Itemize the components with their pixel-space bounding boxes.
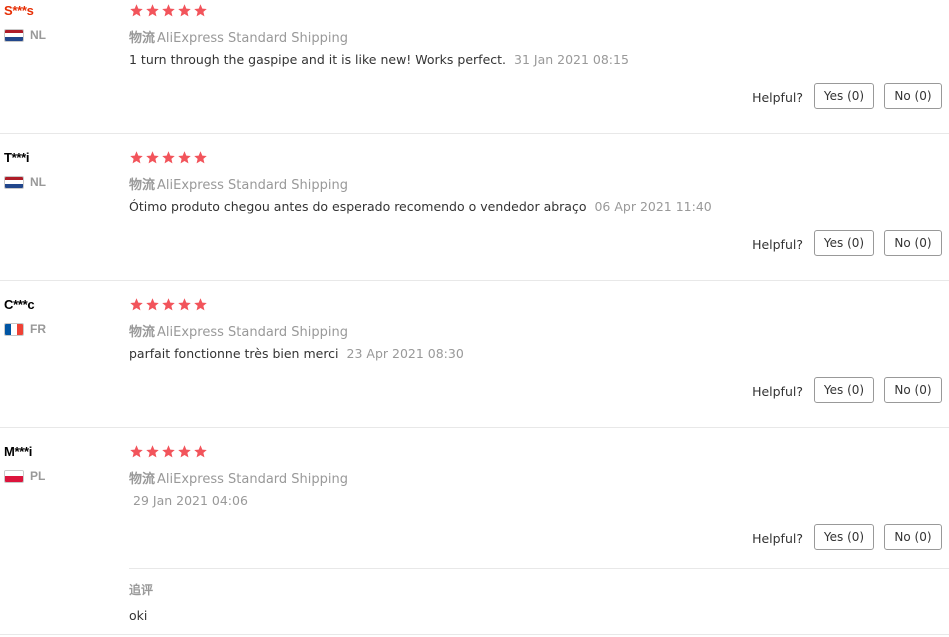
followup-text: oki bbox=[129, 608, 148, 623]
star-icon bbox=[145, 3, 160, 19]
helpful-no-button[interactable]: No (0) bbox=[884, 83, 942, 109]
star-icon bbox=[129, 150, 144, 166]
followup-label: 追评 bbox=[129, 583, 154, 597]
reviewer-name: M***i bbox=[4, 444, 33, 459]
divider bbox=[0, 427, 949, 428]
star-icon bbox=[161, 3, 176, 19]
logistics-info: 物流 AliExpress Standard Shipping bbox=[129, 27, 348, 46]
divider bbox=[0, 280, 949, 281]
star-icon bbox=[177, 3, 192, 19]
star-rating bbox=[129, 150, 208, 166]
review-date: 31 Jan 2021 08:15 bbox=[514, 52, 629, 67]
helpful-label: Helpful? bbox=[752, 237, 803, 252]
star-icon bbox=[177, 444, 192, 460]
helpful-yes-button[interactable]: Yes (0) bbox=[814, 377, 874, 403]
poland-flag-icon bbox=[4, 469, 24, 483]
helpful-label: Helpful? bbox=[752, 531, 803, 546]
logistics-label: 物流 bbox=[129, 31, 156, 46]
helpful-yes-button[interactable]: Yes (0) bbox=[814, 230, 874, 256]
review-text: Ótimo produto chegou antes do esperado r… bbox=[129, 199, 587, 214]
star-icon bbox=[193, 444, 208, 460]
logistics-info: 物流 AliExpress Standard Shipping bbox=[129, 174, 348, 193]
review-text: parfait fonctionne très bien merci bbox=[129, 346, 339, 361]
helpful-no-button[interactable]: No (0) bbox=[884, 377, 942, 403]
review-content: 1 turn through the gaspipe and it is lik… bbox=[129, 52, 629, 67]
france-flag-icon bbox=[4, 322, 24, 336]
review-content: 29 Jan 2021 04:06 bbox=[129, 493, 248, 508]
star-rating bbox=[129, 297, 208, 313]
star-icon bbox=[161, 150, 176, 166]
star-icon bbox=[145, 150, 160, 166]
reviewer-country: FR bbox=[4, 322, 46, 336]
star-icon bbox=[129, 3, 144, 19]
helpful-yes-button[interactable]: Yes (0) bbox=[814, 524, 874, 550]
logistics-value: AliExpress Standard Shipping bbox=[157, 31, 349, 46]
star-icon bbox=[145, 444, 160, 460]
review-date: 23 Apr 2021 08:30 bbox=[346, 346, 464, 361]
logistics-label: 物流 bbox=[129, 472, 156, 487]
star-rating bbox=[129, 444, 208, 460]
logistics-value: AliExpress Standard Shipping bbox=[157, 325, 349, 340]
helpful-yes-button[interactable]: Yes (0) bbox=[814, 83, 874, 109]
star-icon bbox=[177, 150, 192, 166]
star-icon bbox=[193, 150, 208, 166]
followup-divider bbox=[129, 568, 949, 569]
divider bbox=[0, 634, 949, 635]
divider bbox=[0, 133, 949, 134]
review-date: 29 Jan 2021 04:06 bbox=[133, 493, 248, 508]
star-icon bbox=[193, 3, 208, 19]
netherlands-flag-icon bbox=[4, 28, 24, 42]
star-icon bbox=[129, 444, 144, 460]
country-code: NL bbox=[30, 28, 46, 42]
star-icon bbox=[177, 297, 192, 313]
star-icon bbox=[145, 297, 160, 313]
review-content: Ótimo produto chegou antes do esperado r… bbox=[129, 199, 712, 214]
review-content: parfait fonctionne très bien merci 23 Ap… bbox=[129, 346, 464, 361]
helpful-no-button[interactable]: No (0) bbox=[884, 230, 942, 256]
logistics-info: 物流 AliExpress Standard Shipping bbox=[129, 321, 348, 340]
review-date: 06 Apr 2021 11:40 bbox=[594, 199, 712, 214]
logistics-info: 物流 AliExpress Standard Shipping bbox=[129, 468, 348, 487]
reviewer-country: NL bbox=[4, 175, 46, 189]
review-text: 1 turn through the gaspipe and it is lik… bbox=[129, 52, 507, 67]
reviewer-name: C***c bbox=[4, 297, 35, 312]
reviewer-name: T***i bbox=[4, 150, 30, 165]
logistics-value: AliExpress Standard Shipping bbox=[157, 178, 349, 193]
logistics-value: AliExpress Standard Shipping bbox=[157, 472, 349, 487]
country-code: NL bbox=[30, 175, 46, 189]
star-icon bbox=[129, 297, 144, 313]
logistics-label: 物流 bbox=[129, 178, 156, 193]
reviewer-country: PL bbox=[4, 469, 45, 483]
logistics-label: 物流 bbox=[129, 325, 156, 340]
star-icon bbox=[193, 297, 208, 313]
country-code: FR bbox=[30, 322, 46, 336]
reviewer-name: S***s bbox=[4, 3, 34, 18]
star-icon bbox=[161, 297, 176, 313]
country-code: PL bbox=[30, 469, 46, 483]
netherlands-flag-icon bbox=[4, 175, 24, 189]
helpful-no-button[interactable]: No (0) bbox=[884, 524, 942, 550]
helpful-label: Helpful? bbox=[752, 384, 803, 399]
helpful-label: Helpful? bbox=[752, 90, 803, 105]
star-icon bbox=[161, 444, 176, 460]
reviewer-country: NL bbox=[4, 28, 46, 42]
star-rating bbox=[129, 3, 208, 19]
